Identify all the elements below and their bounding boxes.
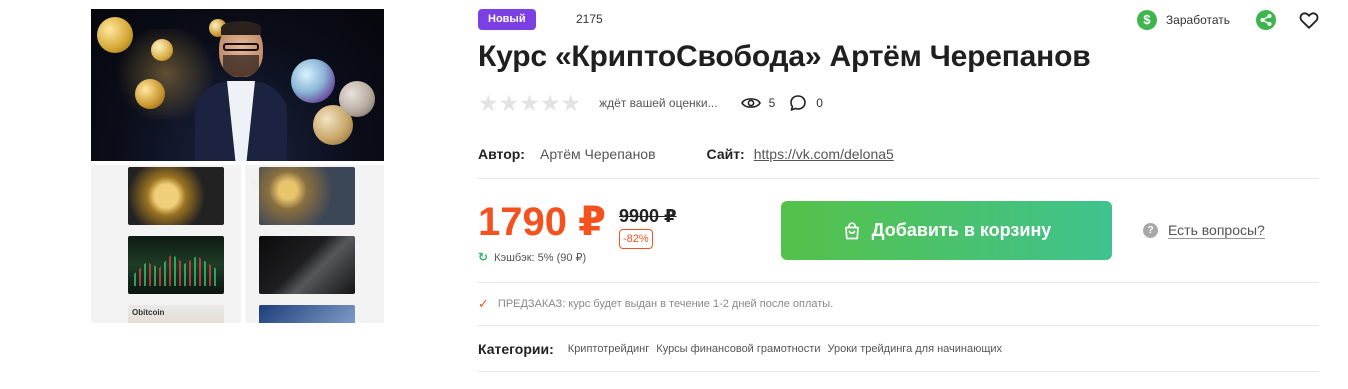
site-label: Сайт: bbox=[706, 146, 745, 162]
shopping-bag-icon bbox=[844, 221, 859, 239]
star-icon[interactable]: ★ bbox=[499, 92, 520, 115]
thumbnail-strip: ✎ Obitcoin bbox=[91, 165, 384, 323]
cashback-info: ↻ Кэшбэк: 5% (90 ₽) bbox=[478, 250, 586, 264]
thumbnail-divider bbox=[241, 165, 245, 323]
views-count: 5 bbox=[740, 96, 776, 110]
old-price: 9900 ₽ bbox=[619, 206, 677, 226]
divider bbox=[478, 282, 1319, 283]
earn-label: Заработать bbox=[1165, 13, 1230, 27]
current-price: 1790 ₽ bbox=[478, 200, 606, 244]
refresh-icon: ↻ bbox=[478, 250, 489, 264]
discount-badge: -82% bbox=[619, 229, 653, 249]
comments-value: 0 bbox=[816, 96, 823, 110]
preorder-text: ПРЕДЗАКАЗ: курс будет выдан в течение 1-… bbox=[497, 298, 834, 310]
dollar-icon: $ bbox=[1136, 10, 1157, 30]
cashback-text: Кэшбэк: 5% (90 ₽) bbox=[494, 251, 587, 264]
earn-button[interactable]: $ Заработать bbox=[1136, 10, 1230, 30]
heart-icon[interactable] bbox=[1298, 9, 1320, 31]
questions-link[interactable]: ? Есть вопросы? bbox=[1143, 222, 1265, 239]
category-link[interactable]: Курсы финансовой грамотности bbox=[656, 343, 820, 355]
top-actions: $ Заработать bbox=[1136, 9, 1320, 31]
thumbnail[interactable] bbox=[259, 305, 355, 323]
author-value: Артём Черепанов bbox=[539, 146, 656, 162]
add-to-cart-button[interactable]: Добавить в корзину bbox=[781, 201, 1112, 260]
thumbnail[interactable]: ✎ bbox=[128, 167, 260, 225]
rating-row: ★ ★ ★ ★ ★ ждёт вашей оценки... 5 0 bbox=[478, 92, 823, 115]
share-icon[interactable] bbox=[1256, 10, 1276, 30]
category-link[interactable]: Криптотрейдинг bbox=[568, 343, 650, 355]
views-value: 5 bbox=[768, 96, 776, 110]
thumbnail-caption: Obitcoin bbox=[132, 308, 165, 317]
categories-label: Категории: bbox=[478, 341, 554, 357]
new-badge: Новый bbox=[478, 9, 536, 30]
author-label: Автор: bbox=[478, 146, 525, 162]
questions-label: Есть вопросы? bbox=[1168, 222, 1265, 239]
comment-icon bbox=[790, 95, 807, 111]
product-gallery: ✎ Obitcoin bbox=[91, 9, 384, 323]
main-product-image[interactable] bbox=[91, 9, 384, 161]
product-title: Курс «КриптоСвобода» Артём Черепанов bbox=[478, 40, 1091, 73]
eye-icon bbox=[740, 98, 761, 108]
star-icon[interactable]: ★ bbox=[519, 92, 540, 115]
check-icon: ✓ bbox=[478, 296, 489, 311]
coin-image bbox=[97, 17, 133, 53]
author-photo bbox=[195, 19, 287, 161]
star-rating[interactable]: ★ ★ ★ ★ ★ bbox=[478, 92, 582, 115]
divider bbox=[478, 325, 1319, 326]
preorder-notice: ✓ ПРЕДЗАКАЗ: курс будет выдан в течение … bbox=[478, 296, 833, 312]
meta-row: Автор: Артём Черепанов Сайт: https://vk.… bbox=[478, 146, 894, 162]
thumbnail[interactable]: Obitcoin bbox=[128, 305, 224, 323]
coin-image bbox=[135, 79, 165, 109]
add-to-cart-label: Добавить в корзину bbox=[871, 220, 1052, 240]
divider bbox=[478, 371, 1319, 372]
product-id: 2175 bbox=[576, 12, 603, 26]
category-link[interactable]: Уроки трейдинга для начинающих bbox=[828, 343, 1003, 355]
question-icon: ? bbox=[1143, 223, 1158, 238]
comments-count[interactable]: 0 bbox=[789, 94, 823, 112]
thumbnail[interactable] bbox=[259, 167, 355, 225]
coin-image bbox=[339, 81, 375, 117]
thumbnail[interactable] bbox=[259, 236, 355, 294]
site-link[interactable]: https://vk.com/delona5 bbox=[754, 146, 894, 162]
star-icon[interactable]: ★ bbox=[561, 92, 582, 115]
star-icon[interactable]: ★ bbox=[540, 92, 561, 115]
rating-note: ждёт вашей оценки... bbox=[599, 96, 718, 110]
thumbnail[interactable] bbox=[128, 236, 224, 294]
coin-image bbox=[151, 39, 173, 61]
star-icon[interactable]: ★ bbox=[478, 92, 499, 115]
categories-row: Категории: Криптотрейдинг Курсы финансов… bbox=[478, 341, 1009, 357]
coin-image bbox=[291, 59, 335, 103]
divider bbox=[478, 178, 1319, 179]
